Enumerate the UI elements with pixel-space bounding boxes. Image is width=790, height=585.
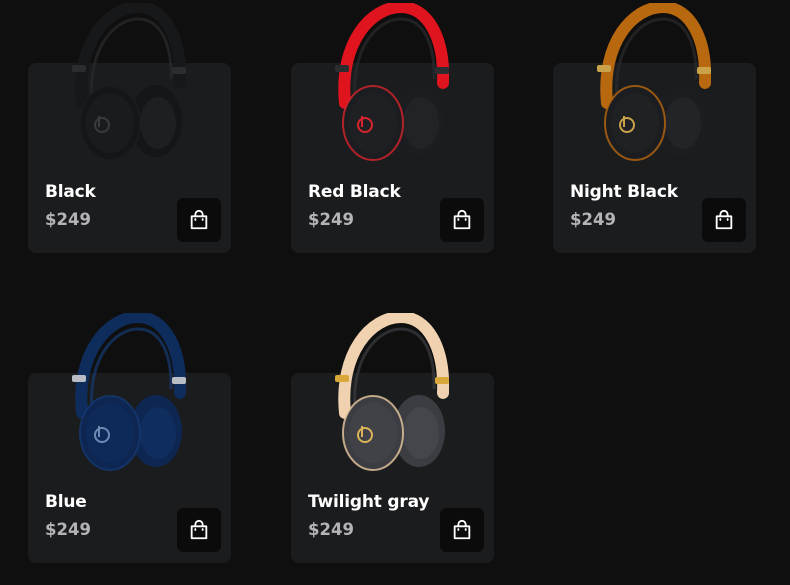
product-name: Night Black: [570, 182, 678, 202]
product-name: Blue: [45, 492, 87, 512]
product-grid: Black $249 Red Black $249 Night Black $2…: [0, 0, 790, 585]
product-price: $249: [308, 520, 354, 539]
headphones-icon: [72, 3, 186, 161]
product-name: Red Black: [308, 182, 401, 202]
shopping-bag-icon: [453, 519, 471, 540]
add-to-cart-button[interactable]: [440, 508, 484, 552]
product-card[interactable]: Black $249: [28, 3, 231, 253]
product-price: $249: [45, 520, 91, 539]
headphones-icon: [72, 313, 186, 471]
shopping-bag-icon: [453, 209, 471, 230]
shopping-bag-icon: [190, 519, 208, 540]
product-card[interactable]: Twilight gray $249: [291, 313, 494, 563]
product-card[interactable]: Red Black $249: [291, 3, 494, 253]
product-card[interactable]: Night Black $249: [553, 3, 756, 253]
product-card[interactable]: Blue $249: [28, 313, 231, 563]
product-price: $249: [45, 210, 91, 229]
add-to-cart-button[interactable]: [177, 198, 221, 242]
headphones-icon: [335, 313, 449, 471]
shopping-bag-icon: [715, 209, 733, 230]
shopping-bag-icon: [190, 209, 208, 230]
headphones-icon: [335, 3, 449, 161]
product-name: Black: [45, 182, 96, 202]
headphones-icon: [597, 3, 711, 161]
add-to-cart-button[interactable]: [702, 198, 746, 242]
add-to-cart-button[interactable]: [177, 508, 221, 552]
add-to-cart-button[interactable]: [440, 198, 484, 242]
product-price: $249: [570, 210, 616, 229]
product-name: Twilight gray: [308, 492, 430, 512]
product-price: $249: [308, 210, 354, 229]
